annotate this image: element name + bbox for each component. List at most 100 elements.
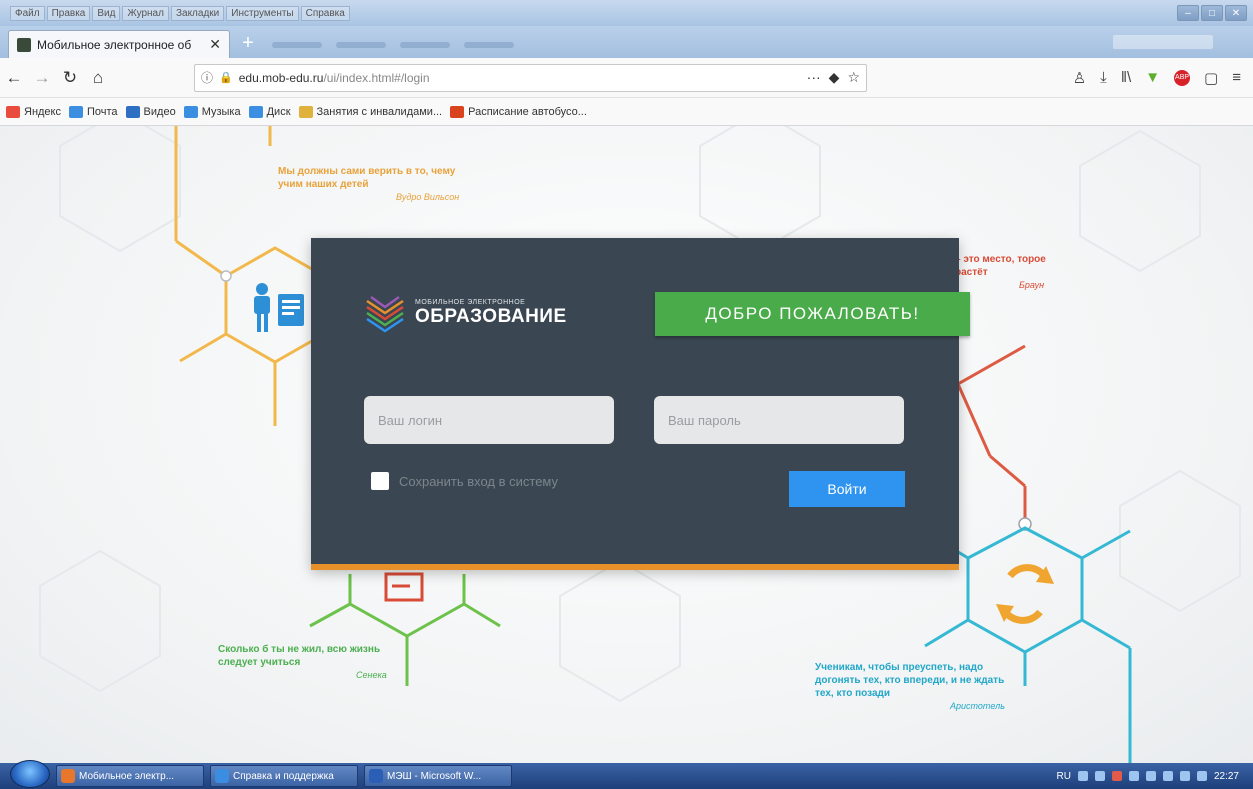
bookmarks-bar: Яндекс Почта Видео Музыка Диск Занятия с…: [0, 98, 1253, 126]
download-icon[interactable]: ⤓: [1100, 69, 1107, 86]
quote-text: Ученикам, чтобы преуспеть, надо догонять…: [815, 662, 1005, 699]
login-input[interactable]: [364, 396, 614, 444]
task-label: МЭШ - Microsoft W...: [387, 770, 482, 782]
close-window-button[interactable]: ✕: [1225, 5, 1247, 21]
quote-text: Сколько б ты не жил, всю жизнь следует у…: [218, 644, 381, 668]
menu-edit[interactable]: Правка: [46, 5, 91, 21]
bookmark-music[interactable]: Музыка: [183, 105, 241, 118]
home-icon[interactable]: ⌂: [84, 64, 112, 92]
bookmark-label: Диск: [266, 105, 291, 118]
pocket-icon[interactable]: ◆: [829, 69, 840, 86]
word-icon: [369, 769, 383, 783]
remember-checkbox[interactable]: [371, 472, 389, 490]
menu-tools[interactable]: Инструменты: [226, 5, 299, 21]
node-dot: [220, 270, 232, 282]
close-tab-icon[interactable]: ✕: [209, 36, 221, 53]
clock[interactable]: 22:27: [1214, 771, 1239, 782]
video-icon: [125, 105, 140, 118]
bookmark-yandex[interactable]: Яндекс: [6, 105, 61, 118]
bookmark-classes[interactable]: Занятия с инвалидами...: [298, 105, 443, 118]
account-icon[interactable]: ♙: [1073, 69, 1086, 87]
flag-icon[interactable]: [1162, 771, 1173, 781]
adblock-icon[interactable]: ABP: [1174, 69, 1191, 86]
help-icon: [215, 769, 229, 783]
language-indicator[interactable]: RU: [1057, 771, 1071, 782]
tray-icon[interactable]: [1094, 771, 1105, 781]
minimize-button[interactable]: –: [1177, 5, 1199, 21]
tray-icon[interactable]: [1128, 771, 1139, 781]
remember-me[interactable]: Сохранить вход в систему: [371, 472, 558, 490]
login-dialog: МОБИЛЬНОЕ ЭЛЕКТРОННОЕ ОБРАЗОВАНИЕ ДОБРО …: [311, 238, 970, 570]
blurred-tabs: [272, 42, 514, 48]
quote-author: Вудро Вильсон: [396, 192, 460, 202]
logo-subtitle: МОБИЛЬНОЕ ЭЛЕКТРОННОЕ: [415, 298, 526, 306]
info-icon[interactable]: ⓘ: [201, 69, 213, 86]
bookmark-star-icon[interactable]: ☆: [847, 69, 860, 86]
quote-wilson: Мы должны сами верить в то, чему учим на…: [278, 165, 468, 204]
maximize-button[interactable]: □: [1201, 5, 1223, 21]
quote-text: Мы должны сами верить в то, чему учим на…: [278, 166, 456, 190]
tab-strip: Мобильное электронное об ✕ +: [0, 26, 1253, 58]
bookmark-label: Видео: [143, 105, 176, 118]
window-titlebar: Файл Правка Вид Журнал Закладки Инструме…: [0, 0, 1253, 26]
hamburger-menu-icon[interactable]: ≡: [1232, 69, 1241, 86]
bookmark-label: Занятия с инвалидами...: [316, 105, 443, 118]
quote-author: Аристотель: [950, 701, 1005, 711]
network-icon[interactable]: [1179, 771, 1190, 781]
tray-icon[interactable]: [1077, 771, 1088, 781]
page-actions-icon[interactable]: ···: [807, 69, 821, 86]
menu-view[interactable]: Вид: [92, 5, 121, 21]
bookmark-label: Расписание автобусо...: [468, 105, 587, 118]
folder-icon: [248, 105, 263, 118]
edit-document-icon: [384, 572, 424, 602]
menu-file[interactable]: Файл: [10, 5, 45, 21]
address-bar[interactable]: ⓘ 🔒 edu.mob-edu.ru/ui/index.html#/login …: [194, 63, 867, 92]
tab-title: Мобильное электронное об: [37, 37, 192, 52]
quote-aristotle: Ученикам, чтобы преуспеть, надо догонять…: [815, 661, 1015, 713]
volume-icon[interactable]: [1196, 771, 1207, 781]
taskbar: Мобильное электр... Справка и поддержка …: [0, 760, 1253, 789]
forward-icon[interactable]: →: [28, 64, 56, 92]
reload-icon[interactable]: ↻: [56, 64, 84, 92]
back-icon[interactable]: ←: [0, 64, 28, 92]
quote-author: Сенека: [356, 670, 387, 680]
sidebar-icon[interactable]: ▢: [1204, 69, 1218, 87]
url-text[interactable]: edu.mob-edu.ru/ui/index.html#/login: [239, 71, 801, 85]
menu-bar: Файл Правка Вид Журнал Закладки Инструме…: [0, 0, 350, 26]
password-input[interactable]: [654, 396, 904, 444]
taskbar-item-browser[interactable]: Мобильное электр...: [56, 765, 204, 787]
bookmark-bus-schedule[interactable]: Расписание автобусо...: [450, 105, 587, 118]
menu-history[interactable]: Журнал: [122, 5, 169, 21]
bookmark-label: Яндекс: [24, 105, 61, 118]
start-button[interactable]: [10, 760, 50, 788]
logo: МОБИЛЬНОЕ ЭЛЕКТРОННОЕ ОБРАЗОВАНИЕ: [363, 293, 567, 333]
bookmark-mail[interactable]: Почта: [69, 105, 118, 118]
folder-icon: [69, 105, 83, 118]
menu-help[interactable]: Справка: [300, 5, 350, 21]
taskbar-item-word[interactable]: МЭШ - Microsoft W...: [364, 765, 512, 787]
system-tray: RU 22:27: [1057, 771, 1239, 782]
bus-icon: [450, 105, 465, 118]
menu-bookmarks[interactable]: Закладки: [170, 5, 225, 21]
bookmark-label: Музыка: [201, 105, 241, 118]
quote-seneca: Сколько б ты не жил, всю жизнь следует у…: [218, 643, 408, 682]
bookmark-video[interactable]: Видео: [125, 105, 176, 118]
page-content: Мы должны сами верить в то, чему учим на…: [0, 126, 1253, 763]
new-tab-button[interactable]: +: [234, 32, 262, 56]
bookmark-disk[interactable]: Диск: [248, 105, 291, 118]
quote-text: – это место, торое растёт: [955, 254, 1046, 278]
library-icon[interactable]: ‖\: [1121, 69, 1131, 86]
tray-icon[interactable]: [1145, 771, 1156, 781]
extension-icon[interactable]: ▼: [1145, 69, 1160, 86]
tab-active[interactable]: Мобильное электронное об ✕: [8, 30, 230, 58]
lock-icon[interactable]: 🔒: [219, 71, 233, 84]
taskbar-item-help[interactable]: Справка и поддержка: [210, 765, 358, 787]
url-actions: ··· ◆ ☆: [807, 69, 860, 86]
titlebar-search[interactable]: [1113, 35, 1213, 49]
task-label: Справка и поддержка: [233, 770, 334, 782]
folder-icon: [183, 105, 198, 118]
tray-icon[interactable]: [1111, 771, 1122, 781]
task-label: Мобильное электр...: [79, 770, 175, 782]
login-button[interactable]: Войти: [789, 471, 905, 507]
window-controls: – □ ✕: [1177, 5, 1253, 21]
